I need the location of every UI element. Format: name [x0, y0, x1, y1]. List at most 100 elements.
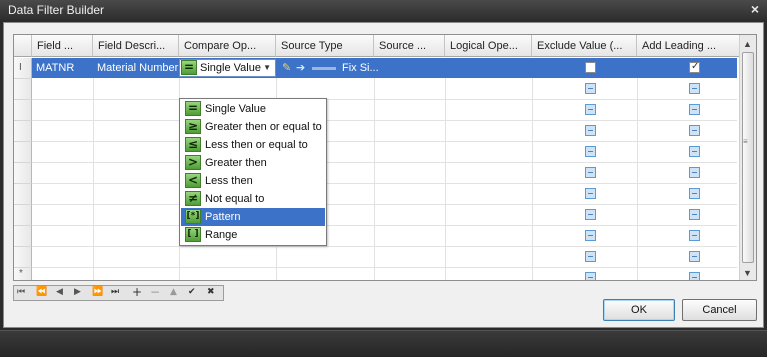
status-bar	[0, 330, 767, 357]
row-selector[interactable]	[14, 100, 32, 121]
next-page-icon[interactable]: ⏩	[92, 287, 103, 297]
window-title: Data Filter Builder	[8, 3, 105, 17]
grid-line	[32, 267, 737, 268]
filter-grid[interactable]: Field ... Field Descri... Compare Op... …	[13, 34, 757, 281]
grid-line	[374, 78, 375, 280]
dialog-body: Field ... Field Descri... Compare Op... …	[3, 22, 764, 328]
greater-or-equal-icon: ≥	[185, 119, 201, 134]
column-header-source-type[interactable]: Source Type	[276, 35, 374, 57]
greater-than-icon: >	[185, 155, 201, 170]
scrollbar-thumb[interactable]	[742, 52, 754, 263]
source-type-bar	[312, 67, 336, 70]
exclude-value-checkbox[interactable]	[585, 104, 596, 115]
column-header-compare-operator[interactable]: Compare Op...	[179, 35, 276, 57]
row-selector[interactable]	[14, 205, 32, 226]
table-row-selected[interactable]: MATNR Material Number ✎ ➔ Fix Si...	[32, 58, 737, 78]
add-leading-checkbox[interactable]	[689, 272, 700, 280]
column-header-exclude-value[interactable]: Exclude Value (...	[532, 35, 637, 57]
next-record-icon[interactable]: ▶	[74, 287, 81, 297]
exclude-value-checkbox[interactable]	[585, 167, 596, 178]
column-header-field-description[interactable]: Field Descri...	[93, 35, 179, 57]
grid-line	[32, 120, 737, 121]
exclude-value-checkbox[interactable]	[585, 251, 596, 262]
not-equal-icon: ≠	[185, 191, 201, 206]
add-leading-checkbox[interactable]	[689, 125, 700, 136]
scroll-down-icon[interactable]: ▼	[743, 268, 752, 278]
cancel-changes-icon[interactable]: ✖	[207, 287, 215, 297]
first-record-icon[interactable]: ⏮	[17, 287, 25, 297]
record-navigator: ⏮ ⏪ ◀ ▶ ⏩ ⏭ + − ▲ ✔ ✖	[13, 285, 224, 301]
add-leading-checkbox[interactable]	[689, 188, 700, 199]
row-indicator-header	[14, 35, 32, 57]
grid-line	[32, 162, 737, 163]
chevron-down-icon[interactable]: ▼	[263, 63, 271, 72]
cancel-button[interactable]: Cancel	[682, 299, 757, 321]
less-or-equal-icon: ≤	[185, 137, 201, 152]
scroll-up-icon[interactable]: ▲	[743, 39, 752, 49]
add-leading-checkbox[interactable]	[689, 61, 700, 73]
close-icon[interactable]: ×	[751, 1, 759, 17]
last-record-icon[interactable]: ⏭	[111, 287, 119, 297]
edit-record-icon[interactable]: ▲	[170, 287, 177, 297]
grid-line	[32, 99, 737, 100]
grid-line	[445, 78, 446, 280]
dropdown-option-range[interactable]: [ ] Range	[181, 226, 325, 244]
title-bar: Data Filter Builder ×	[0, 0, 767, 20]
add-leading-checkbox[interactable]	[689, 146, 700, 157]
grid-line	[32, 183, 737, 184]
pattern-icon: [*]	[185, 209, 201, 224]
row-selector[interactable]	[14, 121, 32, 142]
previous-page-icon[interactable]: ⏪	[36, 287, 47, 297]
column-header-field[interactable]: Field ...	[32, 35, 93, 57]
add-leading-checkbox[interactable]	[689, 251, 700, 262]
exclude-value-checkbox[interactable]	[585, 125, 596, 136]
cell-field-description[interactable]: Material Number	[97, 62, 178, 74]
row-selector-current[interactable]: I	[14, 58, 32, 79]
exclude-value-checkbox[interactable]	[585, 209, 596, 220]
dropdown-option-not-equal[interactable]: ≠ Not equal to	[181, 190, 325, 208]
grid-line	[32, 204, 737, 205]
dropdown-option-less-or-equal[interactable]: ≤ Less then or equal to	[181, 136, 325, 154]
cell-field[interactable]: MATNR	[36, 62, 74, 74]
grid-line	[32, 141, 737, 142]
exclude-value-checkbox[interactable]	[585, 188, 596, 199]
new-row-selector[interactable]: *	[14, 268, 32, 280]
add-leading-checkbox[interactable]	[689, 230, 700, 241]
add-leading-checkbox[interactable]	[689, 209, 700, 220]
row-selector[interactable]	[14, 142, 32, 163]
row-selector[interactable]	[14, 184, 32, 205]
exclude-value-checkbox[interactable]	[585, 272, 596, 280]
exclude-value-checkbox[interactable]	[585, 146, 596, 157]
pin-icon: ✎	[282, 61, 292, 74]
apply-changes-icon[interactable]: ✔	[188, 287, 196, 297]
column-header-logical-operator[interactable]: Logical Ope...	[445, 35, 532, 57]
row-selector[interactable]	[14, 247, 32, 268]
row-selector[interactable]	[14, 79, 32, 100]
column-header-source[interactable]: Source ...	[374, 35, 445, 57]
dropdown-option-pattern[interactable]: [*] Pattern	[181, 208, 325, 226]
row-selector[interactable]	[14, 226, 32, 247]
dropdown-option-less[interactable]: < Less then	[181, 172, 325, 190]
compare-operator-dropdown[interactable]: = Single Value ≥ Greater then or equal t…	[179, 98, 327, 246]
ok-button[interactable]: OK	[603, 299, 675, 321]
previous-record-icon[interactable]: ◀	[56, 287, 63, 297]
dropdown-option-single-value[interactable]: = Single Value	[181, 100, 325, 118]
arrow-right-icon: ➔	[296, 61, 306, 74]
cell-source-type[interactable]: Fix Si...	[342, 62, 379, 74]
dropdown-option-greater-or-equal[interactable]: ≥ Greater then or equal to	[181, 118, 325, 136]
exclude-value-checkbox[interactable]	[585, 83, 596, 94]
add-record-icon[interactable]: +	[132, 285, 142, 299]
range-icon: [ ]	[185, 227, 201, 242]
column-header-add-leading[interactable]: Add Leading ...	[637, 35, 741, 57]
delete-record-icon[interactable]: −	[150, 285, 160, 299]
vertical-scrollbar[interactable]: ▲ ≡ ▼	[739, 35, 756, 280]
add-leading-checkbox[interactable]	[689, 167, 700, 178]
exclude-value-checkbox[interactable]	[585, 62, 596, 73]
add-leading-checkbox[interactable]	[689, 83, 700, 94]
grid-line	[532, 78, 533, 280]
row-selector[interactable]	[14, 163, 32, 184]
add-leading-checkbox[interactable]	[689, 104, 700, 115]
dropdown-option-greater[interactable]: > Greater then	[181, 154, 325, 172]
exclude-value-checkbox[interactable]	[585, 230, 596, 241]
compare-operator-select[interactable]: = Single Value ▼	[179, 59, 276, 77]
